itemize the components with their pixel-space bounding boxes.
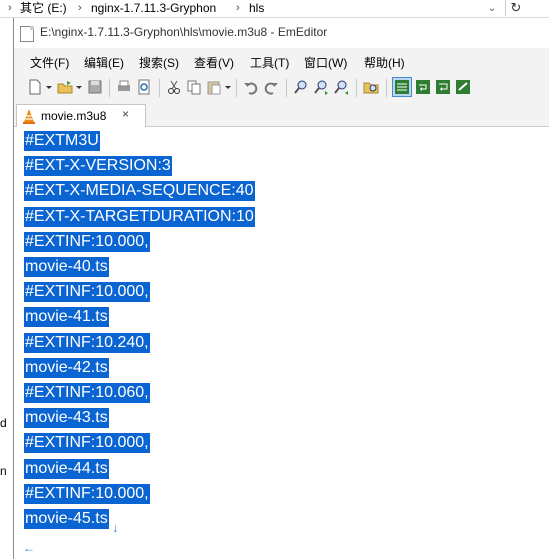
- menu-window[interactable]: 窗口(W): [304, 54, 347, 71]
- window-wrap-icon[interactable]: [414, 78, 432, 96]
- menu-file[interactable]: 文件(F): [30, 54, 69, 71]
- tab-movie-m3u8[interactable]: movie.m3u8 ×: [16, 104, 146, 127]
- toolbar-separator: [159, 79, 160, 97]
- explorer-address-bar: › 其它 (E:) › nginx-1.7.11.3-Gryphon › hls…: [0, 0, 549, 18]
- text-line[interactable]: #EXTINF:10.240,: [24, 332, 150, 353]
- breadcrumb-chevron-icon: ›: [8, 2, 12, 14]
- find-icon[interactable]: [292, 78, 310, 96]
- copy-icon[interactable]: [185, 78, 203, 96]
- emeditor-window: E:\nginx-1.7.11.3-Gryphon\hls\movie.m3u8…: [13, 18, 549, 559]
- vlc-cone-icon: [22, 108, 36, 127]
- tab-bar: movie.m3u8 ×: [14, 102, 549, 127]
- breadcrumb-chevron-icon: ›: [78, 2, 82, 14]
- menu-view[interactable]: 查看(V): [194, 54, 234, 71]
- eof-marker-icon: ←: [23, 541, 35, 555]
- text-line[interactable]: #EXTINF:10.000,: [24, 483, 150, 504]
- left-pane-text: n: [0, 464, 7, 478]
- text-line[interactable]: movie-42.ts: [24, 357, 109, 378]
- toolbar-separator: [286, 79, 287, 97]
- menu-edit[interactable]: 编辑(E): [84, 54, 124, 71]
- toolbar-separator: [236, 79, 237, 97]
- text-line[interactable]: #EXTINF:10.000,: [24, 433, 150, 454]
- breadcrumb-folder-nginx[interactable]: nginx-1.7.11.3-Gryphon: [91, 0, 216, 16]
- left-pane-text: d: [0, 416, 7, 430]
- eol-marker-icon: ↓: [112, 520, 119, 535]
- print-preview-icon[interactable]: [135, 78, 153, 96]
- text-line[interactable]: #EXT-X-TARGETDURATION:10: [24, 206, 255, 227]
- open-folder-icon[interactable]: [56, 78, 74, 96]
- text-line[interactable]: #EXTINF:10.000,: [24, 231, 150, 252]
- text-line[interactable]: movie-44.ts: [24, 458, 109, 479]
- document-icon: [20, 26, 34, 42]
- text-editor[interactable]: #EXTM3U #EXT-X-VERSION:3 #EXT-X-MEDIA-SE…: [14, 127, 549, 559]
- window-title: E:\nginx-1.7.11.3-Gryphon\hls\movie.m3u8…: [40, 25, 328, 39]
- menu-tools[interactable]: 工具(T): [250, 54, 289, 71]
- text-line[interactable]: #EXTM3U: [24, 131, 100, 151]
- undo-icon[interactable]: [242, 78, 260, 96]
- chevron-down-icon[interactable]: [74, 78, 84, 96]
- new-file-icon[interactable]: [26, 78, 44, 96]
- toolbar: [14, 74, 549, 102]
- save-icon[interactable]: [86, 78, 104, 96]
- breadcrumb-drive[interactable]: 其它 (E:): [20, 0, 67, 16]
- text-line[interactable]: #EXTINF:10.000,: [24, 282, 150, 303]
- cut-icon[interactable]: [165, 78, 183, 96]
- explorer-left-pane: d n: [0, 18, 13, 559]
- menu-bar: 文件(F) 编辑(E) 搜索(S) 查看(V) 工具(T) 窗口(W) 帮助(H…: [14, 50, 549, 72]
- word-wrap-icon[interactable]: [392, 77, 412, 97]
- title-bar: E:\nginx-1.7.11.3-Gryphon\hls\movie.m3u8…: [14, 18, 549, 48]
- text-line[interactable]: movie-41.ts: [24, 307, 109, 328]
- toolbar-separator: [109, 79, 110, 97]
- breadcrumb-chevron-icon: ›: [236, 2, 240, 14]
- text-line[interactable]: #EXT-X-VERSION:3: [24, 156, 172, 177]
- redo-icon[interactable]: [262, 78, 280, 96]
- find-next-icon[interactable]: [312, 78, 330, 96]
- find-prev-icon[interactable]: [332, 78, 350, 96]
- text-line[interactable]: movie-43.ts: [24, 408, 109, 429]
- address-dropdown-icon[interactable]: ⌄: [481, 1, 503, 16]
- text-line[interactable]: #EXTINF:10.060,: [24, 383, 150, 403]
- tab-title: movie.m3u8: [41, 109, 107, 123]
- text-line[interactable]: movie-45.ts: [24, 509, 109, 529]
- macro-icon[interactable]: [454, 78, 472, 96]
- toolbar-separator: [356, 79, 357, 97]
- page-wrap-icon[interactable]: [434, 78, 452, 96]
- paste-icon[interactable]: [205, 78, 223, 96]
- chevron-down-icon[interactable]: [223, 78, 233, 96]
- refresh-icon[interactable]: ↻: [505, 0, 526, 16]
- chevron-down-icon[interactable]: [44, 78, 54, 96]
- menu-help[interactable]: 帮助(H): [364, 54, 405, 71]
- text-line[interactable]: movie-40.ts: [24, 257, 109, 277]
- menu-search[interactable]: 搜索(S): [139, 54, 179, 71]
- toolbar-separator: [386, 79, 387, 97]
- text-line[interactable]: #EXT-X-MEDIA-SEQUENCE:40: [24, 181, 255, 202]
- print-icon[interactable]: [115, 78, 133, 96]
- find-in-files-icon[interactable]: [362, 78, 380, 96]
- close-icon[interactable]: ×: [122, 107, 129, 121]
- breadcrumb-folder-hls[interactable]: hls: [249, 0, 264, 16]
